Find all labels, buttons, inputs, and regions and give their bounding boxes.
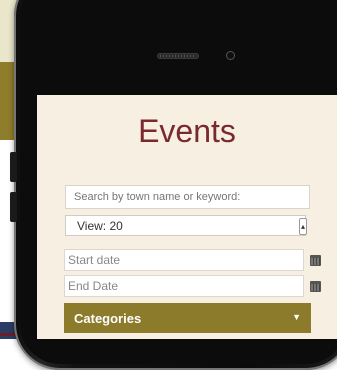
- page-title: Events: [138, 113, 236, 149]
- speaker-grille-icon: [157, 53, 199, 59]
- end-date-field[interactable]: End Date: [64, 275, 304, 297]
- categories-dropdown[interactable]: Categories ▼: [64, 303, 311, 333]
- phone-volume-up-button: [10, 152, 17, 182]
- start-date-calendar-icon[interactable]: [310, 255, 321, 266]
- camera-icon: [227, 52, 234, 59]
- caret-down-icon: ▼: [292, 312, 301, 322]
- phone-screen: Events View: 20 ▴ Start date End Date Ca…: [37, 95, 337, 339]
- start-date-placeholder: Start date: [68, 253, 121, 267]
- categories-label: Categories: [74, 311, 142, 326]
- start-date-field[interactable]: Start date: [64, 249, 304, 271]
- select-arrow-icon[interactable]: ▴: [299, 218, 307, 235]
- search-input[interactable]: [65, 185, 310, 209]
- end-date-calendar-icon[interactable]: [310, 281, 321, 292]
- view-count-value: View: 20: [77, 219, 123, 233]
- view-count-select[interactable]: View: 20 ▴: [65, 215, 307, 236]
- end-date-placeholder: End Date: [68, 279, 119, 293]
- phone-volume-down-button: [10, 192, 17, 222]
